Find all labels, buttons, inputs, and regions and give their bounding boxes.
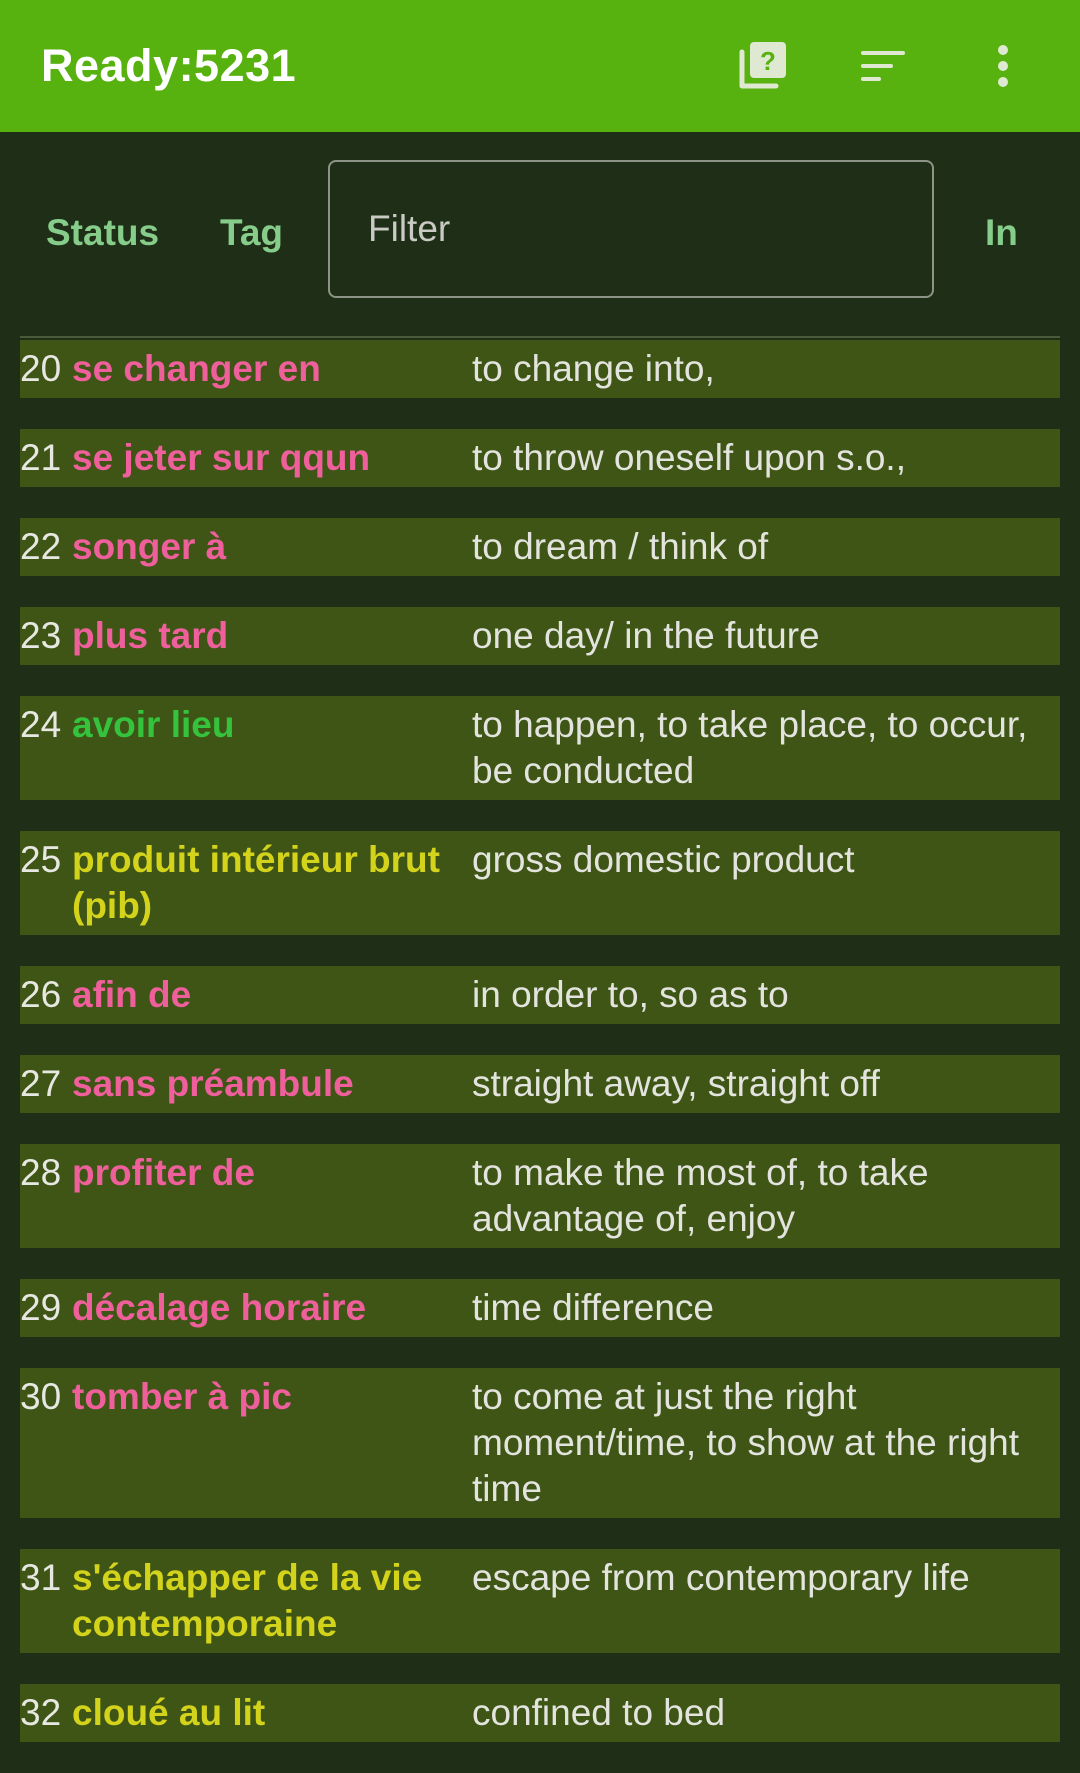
card-row[interactable]: 31 s'échapper de la vie contemporaine esca… — [20, 1549, 1060, 1653]
card-number: 29 — [20, 1287, 62, 1328]
card-definition: one day/ in the future — [472, 615, 820, 656]
card-term: songer à — [72, 526, 227, 567]
card-row[interactable]: 26 afin de in order to, so as to — [20, 966, 1060, 1024]
card-number: 32 — [20, 1692, 62, 1733]
card-number: 20 — [20, 348, 62, 389]
card-term: se jeter sur qqun — [72, 437, 371, 478]
list-divider — [20, 336, 1060, 338]
help-cards-icon[interactable]: ? — [727, 30, 799, 102]
card-term: plus tard — [72, 615, 229, 656]
card-term: décalage horaire — [72, 1287, 367, 1328]
card-row[interactable]: 25 produit intérieur brut (pib) gross dome… — [20, 831, 1060, 935]
card-number: 28 — [20, 1152, 62, 1193]
card-definition: to throw oneself upon s.o., — [472, 437, 906, 478]
app-bar: Ready:5231 ? — [0, 0, 1080, 132]
card-definition: to dream / think of — [472, 526, 769, 567]
card-number: 21 — [20, 437, 62, 478]
card-row[interactable]: 24 avoir lieu to happen, to take place, to… — [20, 696, 1060, 800]
card-number: 22 — [20, 526, 62, 567]
card-definition: time difference — [472, 1287, 714, 1328]
card-number: 23 — [20, 615, 62, 656]
card-term: cloué au lit — [72, 1692, 266, 1733]
more-vert-icon[interactable] — [967, 30, 1039, 102]
in-filter-button[interactable]: In — [985, 212, 1018, 254]
card-term: profiter de — [72, 1152, 255, 1193]
card-row[interactable]: 30 tomber à pic to come at just the right … — [20, 1368, 1060, 1518]
card-number: 26 — [20, 974, 62, 1015]
filter-bar: Status Tag In — [0, 132, 1080, 332]
card-definition: confined to bed — [472, 1692, 726, 1733]
status-filter-button[interactable]: Status — [46, 212, 159, 254]
card-number: 25 — [20, 839, 62, 880]
card-definition: to come at just the right moment/time, t… — [472, 1376, 1020, 1509]
sort-icon[interactable] — [848, 30, 920, 102]
filter-input[interactable] — [328, 160, 934, 298]
card-row[interactable]: 27 sans préambule straight away, straight … — [20, 1055, 1060, 1113]
card-definition: escape from contemporary life — [472, 1557, 970, 1598]
help-glyph: ? — [760, 46, 776, 76]
card-term: s'échapper de la vie contemporaine — [72, 1557, 423, 1644]
card-number: 30 — [20, 1376, 62, 1417]
card-row[interactable]: 28 profiter de to make the most of, to tak… — [20, 1144, 1060, 1248]
ready-count-title: Ready:5231 — [41, 40, 297, 91]
card-term: tomber à pic — [72, 1376, 292, 1417]
card-number: 31 — [20, 1557, 62, 1598]
card-number: 27 — [20, 1063, 62, 1104]
card-definition: to change into, — [472, 348, 715, 389]
card-row[interactable]: 29 décalage horaire time difference — [20, 1279, 1060, 1337]
tag-filter-button[interactable]: Tag — [220, 212, 283, 254]
card-row[interactable]: 20 se changer en to change into, — [20, 340, 1060, 398]
card-definition: straight away, straight off — [472, 1063, 880, 1104]
card-definition: to make the most of, to take advantage o… — [472, 1152, 929, 1239]
card-term: sans préambule — [72, 1063, 354, 1104]
card-term: afin de — [72, 974, 192, 1015]
card-term: avoir lieu — [72, 704, 235, 745]
card-number: 24 — [20, 704, 62, 745]
card-definition: to happen, to take place, to occur, be c… — [472, 704, 1028, 791]
card-row[interactable]: 22 songer à to dream / think of — [20, 518, 1060, 576]
card-row[interactable]: 21 se jeter sur qqun to throw oneself upon… — [20, 429, 1060, 487]
card-row[interactable]: 32 cloué au lit confined to bed — [20, 1684, 1060, 1742]
card-definition: in order to, so as to — [472, 974, 789, 1015]
card-row[interactable]: 23 plus tard one day/ in the future — [20, 607, 1060, 665]
card-term: produit intérieur brut (pib) — [72, 839, 440, 926]
card-definition: gross domestic product — [472, 839, 855, 880]
card-term: se changer en — [72, 348, 321, 389]
card-list[interactable]: 20 se changer en to change into, 21 se jeter… — [20, 340, 1060, 1773]
